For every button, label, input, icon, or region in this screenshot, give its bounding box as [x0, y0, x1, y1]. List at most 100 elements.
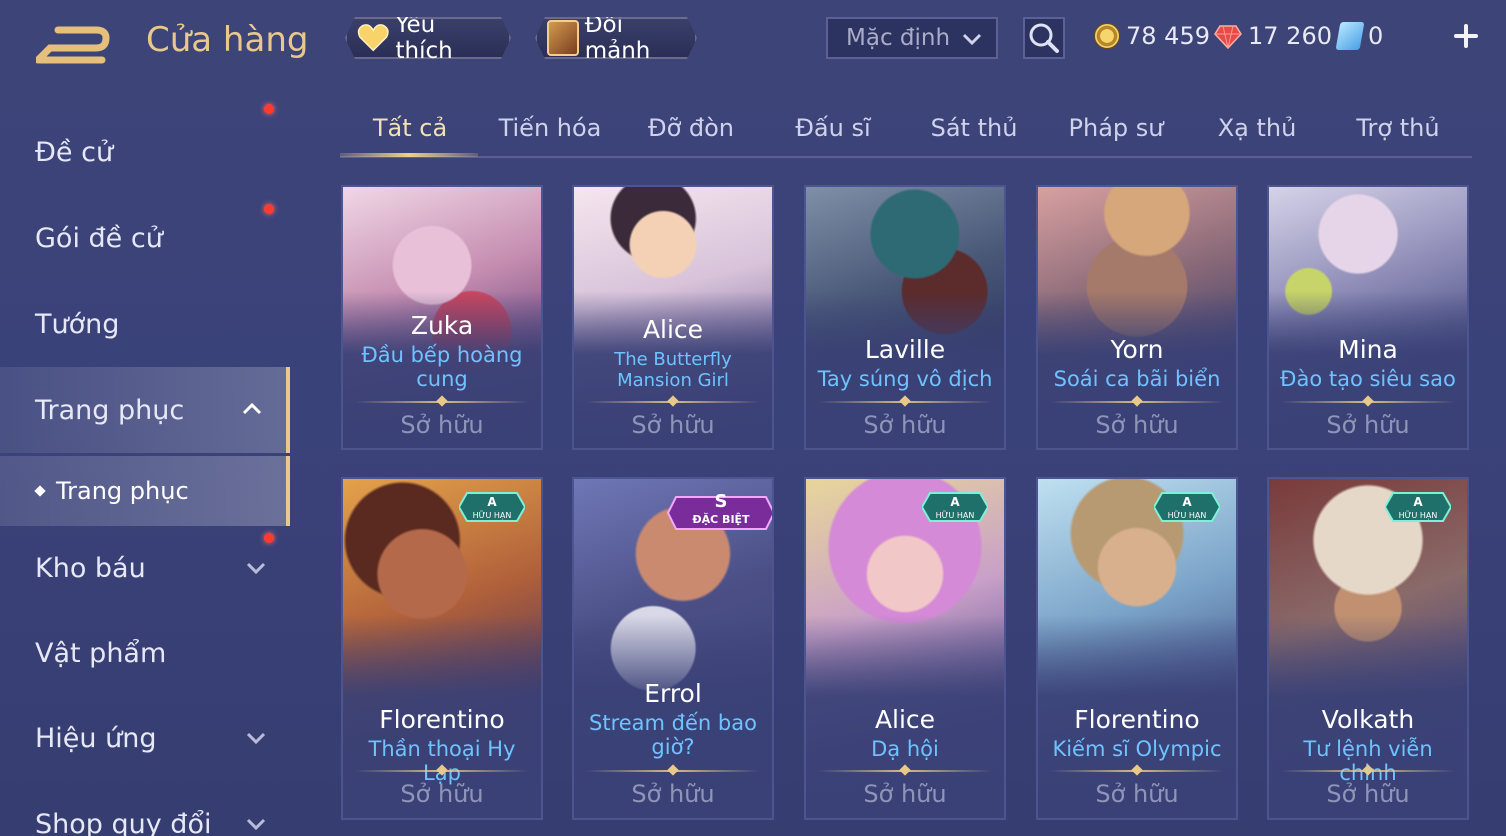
tab-label: Sát thủ: [930, 114, 1018, 142]
skin-card[interactable]: S ĐẶC BIỆT Errol Stream đến bao giờ? Sở …: [572, 477, 774, 820]
hero-name: Mina: [1338, 335, 1398, 364]
sidebar-subitem-skins[interactable]: Trang phục: [0, 456, 290, 526]
badge-grade: A: [1413, 495, 1423, 509]
chevron-down-icon: [246, 562, 266, 575]
skin-name: Tư lệnh viễn chinh: [1303, 737, 1433, 785]
chevron-up-icon: [242, 402, 262, 415]
tab-assassin[interactable]: Sát thủ: [904, 114, 1044, 154]
sidebar-item-label: Shop quy đổi: [35, 808, 212, 836]
limited-badge-icon: A HỮU HẠN: [922, 492, 988, 522]
sort-value: Mặc định: [846, 25, 951, 51]
category-tabs: Tất cả Tiến hóa Đỡ đòn Đấu sĩ Sát thủ Ph…: [340, 100, 1472, 158]
sidebar-item-label: Tướng: [35, 308, 120, 340]
card-divider: [355, 401, 529, 403]
card-divider: [818, 770, 992, 772]
back-arrow-icon[interactable]: [36, 22, 116, 66]
sidebar-item-items[interactable]: Vật phẩm: [0, 613, 290, 693]
tab-mage[interactable]: Pháp sư: [1046, 114, 1186, 154]
card-divider: [1281, 401, 1455, 403]
card-divider: [586, 770, 760, 772]
sidebar-item-skins[interactable]: Trang phục: [0, 367, 290, 453]
badge-grade: A: [950, 495, 960, 509]
notification-dot: [264, 533, 274, 543]
page-title: Cửa hàng: [146, 20, 309, 60]
sidebar-subitem-label: Trang phục: [56, 477, 189, 505]
fragment-label: Đổi mảnh: [584, 12, 651, 64]
skin-card[interactable]: A HỮU HẠN Florentino Thần thoại Hy Lạp S…: [341, 477, 543, 820]
fragment-exchange-button[interactable]: Đổi mảnh: [535, 17, 697, 59]
tab-label: Trợ thủ: [1356, 114, 1440, 142]
tab-label: Đỡ đòn: [647, 114, 735, 142]
chevron-down-icon: [246, 818, 266, 831]
sidebar-item-recommended[interactable]: Đề cử: [0, 112, 290, 192]
sidebar-item-treasure[interactable]: Kho báu: [0, 528, 290, 608]
badge-caption: ĐẶC BIỆT: [692, 512, 750, 526]
skin-card[interactable]: Yorn Soái ca bãi biển Sở hữu: [1036, 185, 1238, 450]
chevron-down-icon: [246, 732, 266, 745]
skin-name: Thần thoại Hy Lạp: [368, 737, 516, 785]
tab-support[interactable]: Trợ thủ: [1328, 114, 1468, 154]
tab-marksman[interactable]: Xạ thủ: [1187, 114, 1327, 154]
hero-name: Alice: [874, 705, 936, 734]
limited-badge-icon: A HỮU HẠN: [1154, 492, 1220, 522]
owned-status: Sở hữu: [1095, 780, 1179, 808]
skin-card[interactable]: A HỮU HẠN Volkath Tư lệnh viễn chinh Sở …: [1267, 477, 1469, 820]
ruby-value: 17 260: [1248, 22, 1332, 50]
owned-status: Sở hữu: [400, 780, 484, 808]
notification-dot: [264, 104, 274, 114]
badge-caption: HỮU HẠN: [936, 509, 975, 521]
sidebar-item-exchange-shop[interactable]: Shop quy đổi: [0, 784, 290, 836]
sidebar-item-label: Kho báu: [35, 552, 146, 584]
search-icon: [1029, 23, 1059, 53]
search-button[interactable]: [1023, 17, 1065, 59]
sidebar-item-label: Gói đề cử: [35, 222, 163, 254]
badge-grade: A: [1182, 495, 1192, 509]
skin-name: Kiếm sĩ Olympic: [1052, 737, 1222, 761]
skin-card[interactable]: Laville Tay súng vô địch Sở hữu: [804, 185, 1006, 450]
hero-name: Alice: [642, 315, 704, 344]
tab-all[interactable]: Tất cả: [340, 114, 480, 157]
skin-name: The Butterfly Mansion Girl: [614, 349, 732, 391]
ruby-gem-icon: [1214, 25, 1242, 50]
sidebar-item-effects[interactable]: Hiệu ứng: [0, 698, 290, 778]
sort-dropdown[interactable]: Mặc định: [826, 17, 998, 59]
skin-card[interactable]: Zuka Đầu bếp hoàng cung Sở hữu: [341, 185, 543, 450]
special-badge-icon: S ĐẶC BIỆT: [666, 491, 772, 530]
hero-name: Errol: [644, 679, 702, 708]
card-divider: [355, 770, 529, 772]
sidebar-item-heroes[interactable]: Tướng: [0, 284, 290, 364]
tab-evolution[interactable]: Tiến hóa: [480, 114, 620, 154]
sidebar-item-bundles[interactable]: Gói đề cử: [0, 104, 290, 278]
skin-card[interactable]: Mina Đào tạo siêu sao Sở hữu: [1267, 185, 1469, 450]
top-bar: Cửa hàng Yêu thích Đổi mảnh Mặc định 78 …: [0, 0, 1506, 80]
card-divider: [818, 401, 992, 403]
notification-dot: [264, 204, 274, 214]
heart-icon: [357, 23, 389, 53]
skin-name: Đầu bếp hoàng cung: [361, 343, 523, 391]
badge-caption: HỮU HẠN: [1168, 509, 1207, 521]
badge-grade: A: [487, 495, 497, 509]
owned-status: Sở hữu: [631, 780, 715, 808]
badge-caption: HỮU HẠN: [1399, 509, 1438, 521]
limited-badge-icon: A HỮU HẠN: [459, 492, 525, 522]
hero-name: Florentino: [379, 705, 505, 734]
card-divider: [1281, 770, 1455, 772]
voucher-icon: [1335, 22, 1365, 50]
owned-status: Sở hữu: [631, 411, 715, 439]
tab-tank[interactable]: Đỡ đòn: [621, 114, 761, 154]
favorite-button[interactable]: Yêu thích: [345, 17, 511, 59]
sidebar-item-label: Hiệu ứng: [35, 722, 157, 754]
skin-card[interactable]: A HỮU HẠN Alice Dạ hội Sở hữu: [804, 477, 1006, 820]
sidebar-item-label: Trang phục: [35, 394, 185, 426]
limited-badge-icon: A HỮU HẠN: [1385, 492, 1451, 522]
tab-fighter[interactable]: Đấu sĩ: [763, 114, 903, 154]
add-currency-button[interactable]: [1448, 18, 1484, 54]
tab-label: Pháp sư: [1068, 114, 1164, 142]
card-divider: [586, 401, 760, 403]
skin-card[interactable]: A HỮU HẠN Florentino Kiếm sĩ Olympic Sở …: [1036, 477, 1238, 820]
favorite-label: Yêu thích: [395, 12, 453, 64]
gold-balance: 78 459: [1094, 18, 1210, 54]
tab-label: Tất cả: [372, 114, 448, 142]
tab-label: Xạ thủ: [1217, 114, 1297, 142]
skin-card[interactable]: Alice The Butterfly Mansion Girl Sở hữu: [572, 185, 774, 450]
